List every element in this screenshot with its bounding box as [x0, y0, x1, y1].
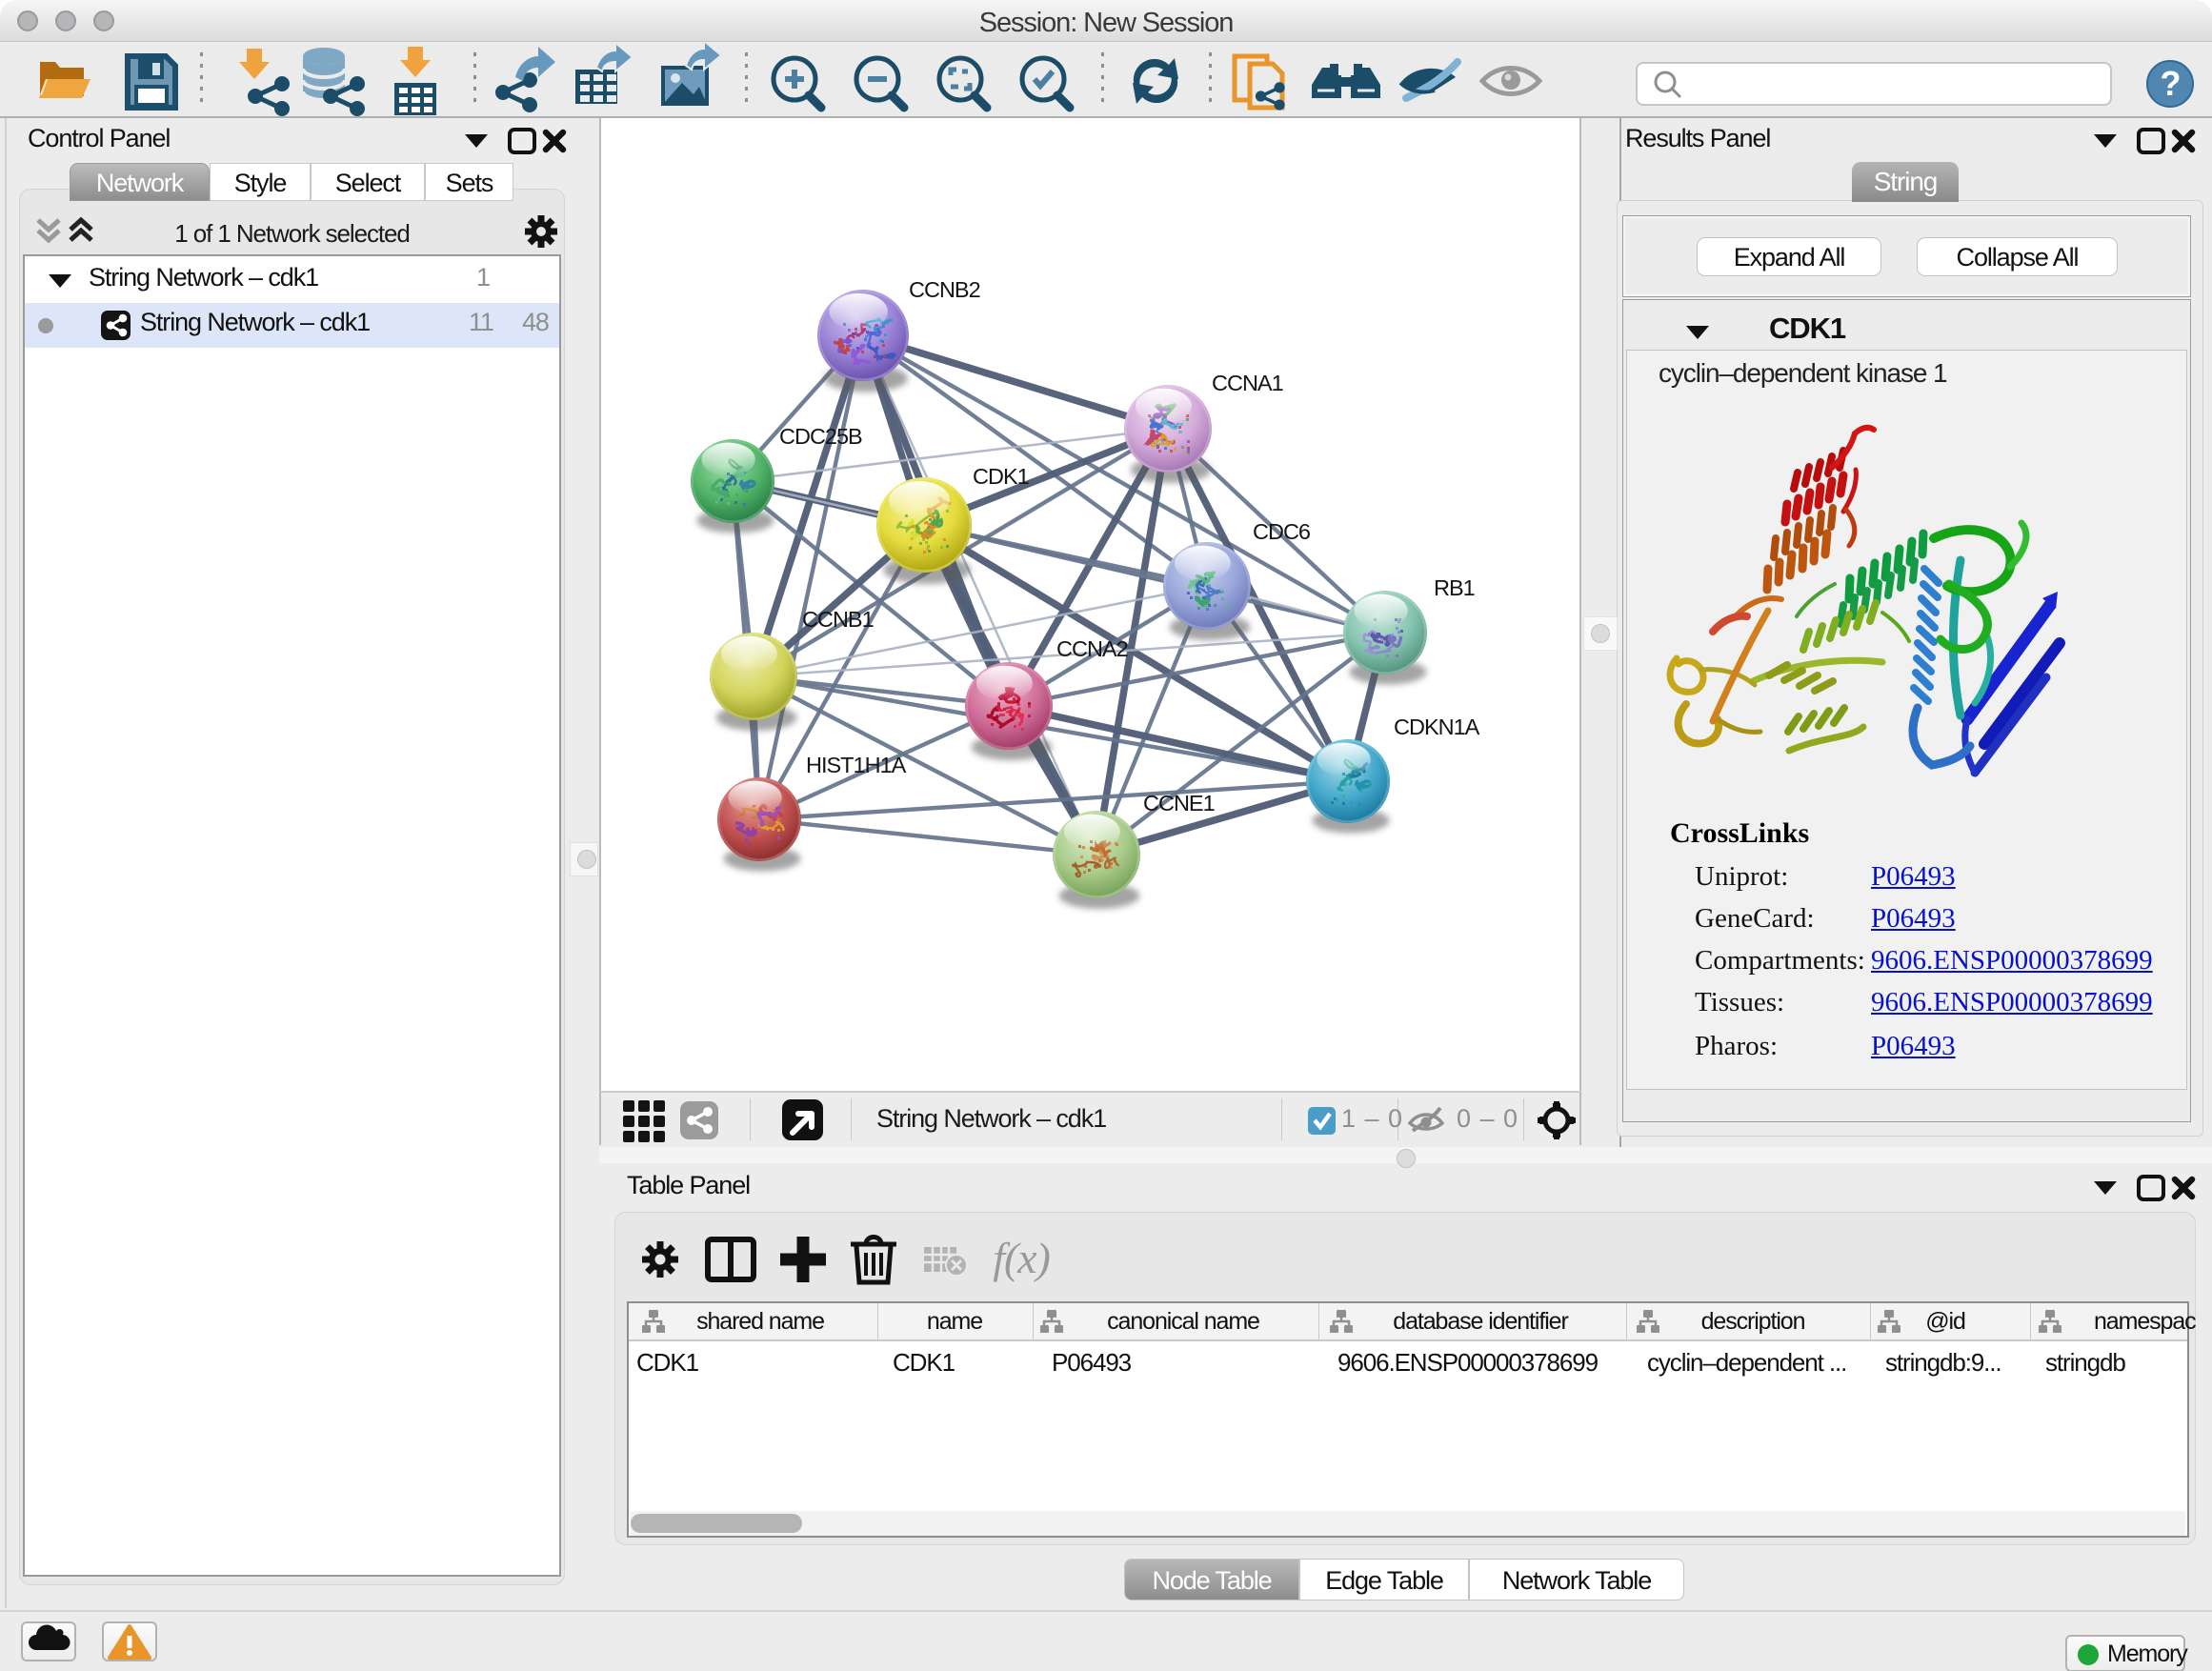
svg-text:?: ?: [2161, 64, 2181, 103]
svg-text:CDK1: CDK1: [973, 464, 1029, 489]
svg-text:CCNB1: CCNB1: [802, 607, 874, 632]
svg-text:CCNA1: CCNA1: [1212, 371, 1283, 395]
svg-text:CDC6: CDC6: [1253, 519, 1311, 544]
svg-text:CCNB2: CCNB2: [909, 277, 980, 302]
svg-text:CDKN1A: CDKN1A: [1394, 715, 1480, 739]
svg-text:CDC25B: CDC25B: [779, 424, 862, 449]
svg-text:HIST1H1A: HIST1H1A: [806, 753, 907, 777]
svg-text:RB1: RB1: [1434, 575, 1475, 600]
svg-text:CCNA2: CCNA2: [1056, 636, 1128, 661]
svg-text:CCNE1: CCNE1: [1143, 791, 1215, 815]
svg-text:f(x): f(x): [993, 1234, 1049, 1282]
